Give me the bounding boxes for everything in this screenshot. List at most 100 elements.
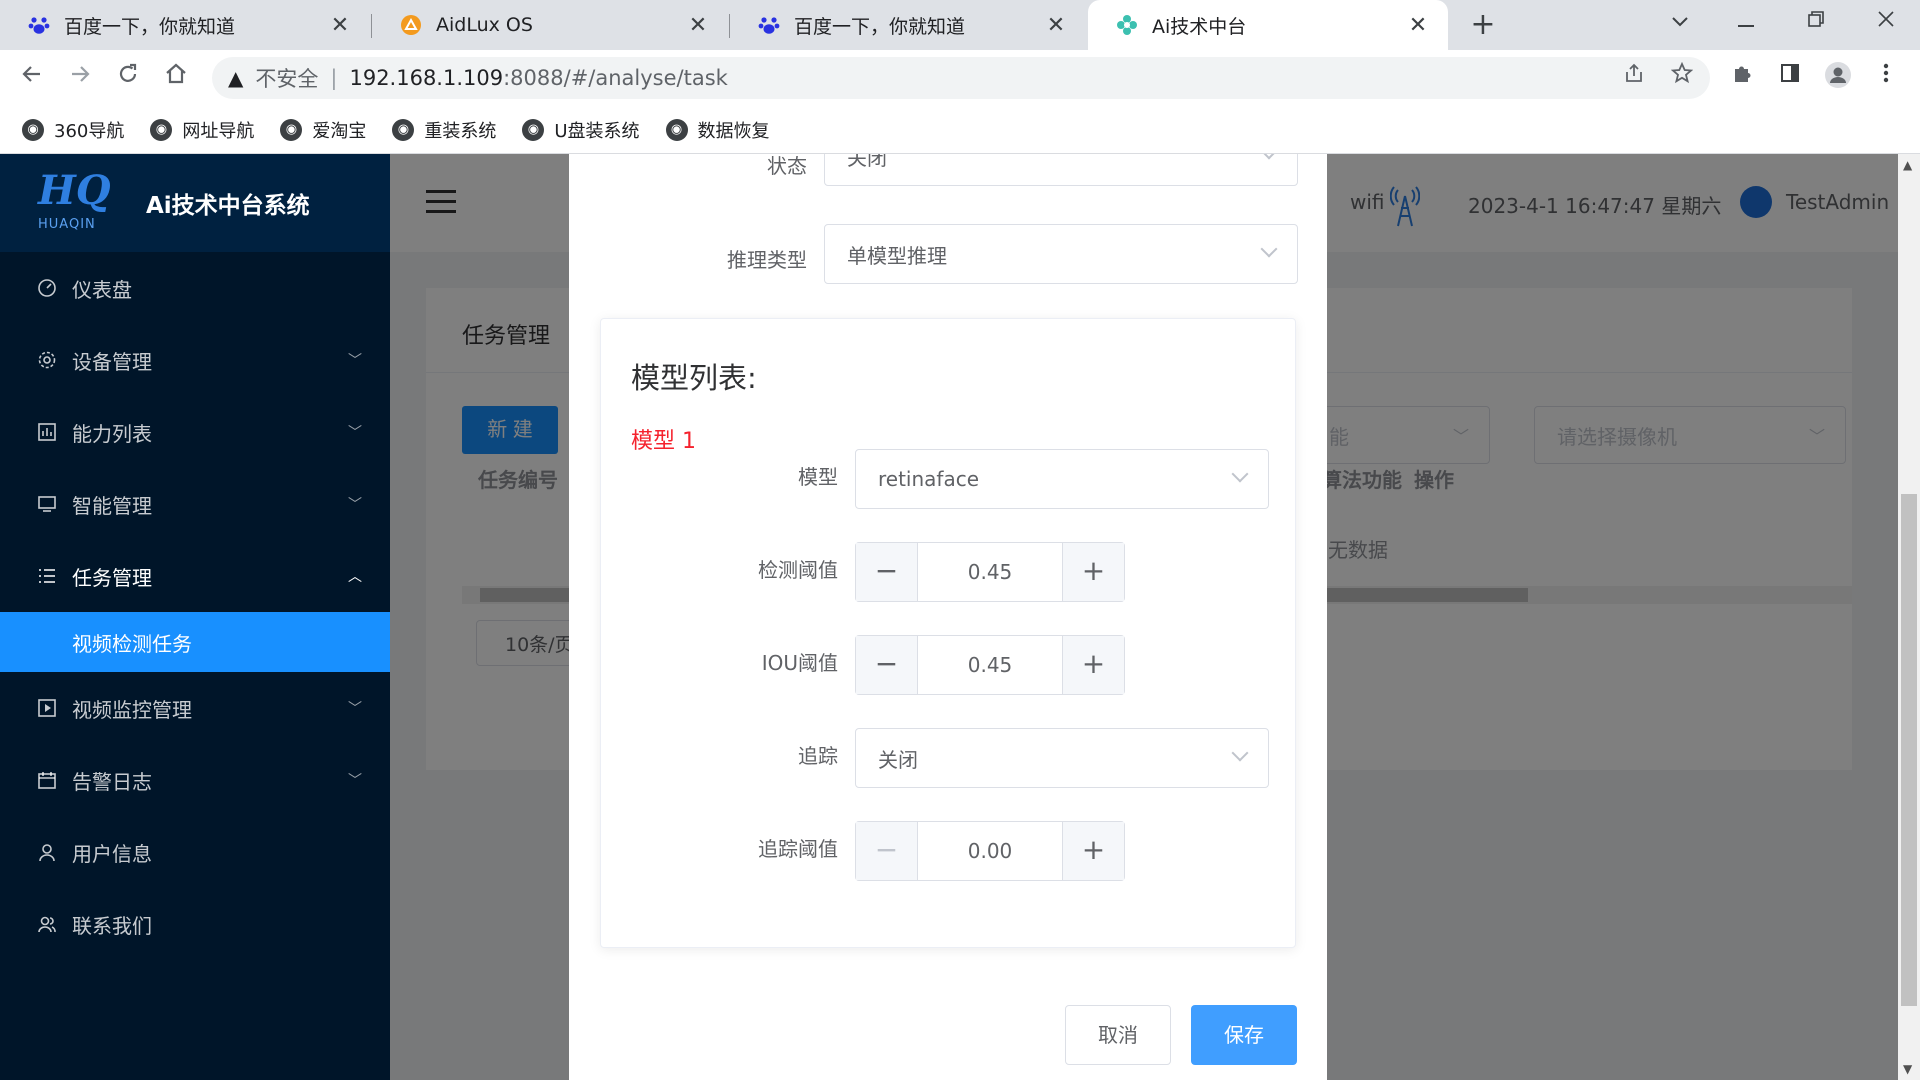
close-icon[interactable]: ✕ bbox=[686, 13, 710, 38]
sidebar-item-label: 视频检测任务 bbox=[72, 631, 192, 656]
detect-threshold-input[interactable]: 0.45 bbox=[918, 543, 1062, 601]
app-logo: HQ HUAQIN Ai技术中台系统 bbox=[0, 154, 390, 252]
bookmark-item[interactable]: ◉ 数据恢复 bbox=[665, 117, 770, 143]
page-vertical-scrollbar[interactable]: ▲ ▼ bbox=[1898, 154, 1920, 1080]
bookmark-label: 爱淘宝 bbox=[312, 120, 367, 142]
bookmark-label: 数据恢复 bbox=[697, 120, 770, 142]
bookmark-star-icon[interactable] bbox=[1666, 61, 1698, 94]
tracking-select[interactable]: 关闭 bbox=[855, 728, 1269, 788]
sidebar-item-user-info[interactable]: 用户信息 bbox=[0, 816, 390, 888]
sidebar-item-tasks[interactable]: 任务管理 ︿ bbox=[0, 540, 390, 612]
globe-icon: ◉ bbox=[392, 118, 415, 141]
infer-type-select[interactable]: 单模型推理 bbox=[824, 224, 1298, 284]
save-button[interactable]: 保存 bbox=[1191, 1005, 1297, 1065]
infer-type-value: 单模型推理 bbox=[847, 243, 947, 268]
globe-icon: ◉ bbox=[280, 118, 303, 141]
baidu-paw-icon bbox=[28, 14, 50, 36]
increment-button[interactable]: + bbox=[1062, 636, 1124, 694]
browser-tab-baidu-2[interactable]: 百度一下，你就知道 ✕ bbox=[730, 0, 1086, 50]
browser-tab-aidlux[interactable]: AidLux OS ✕ bbox=[372, 0, 728, 50]
home-icon[interactable] bbox=[160, 62, 192, 94]
browser-toolbar: ▲ 不安全 | 192.168.1.109 :8088/#/analyse/ta… bbox=[0, 50, 1920, 106]
scroll-up-arrow-icon[interactable]: ▲ bbox=[1903, 158, 1912, 172]
tracking-threshold-input[interactable]: 0.00 bbox=[918, 822, 1062, 880]
browser-menu-icon[interactable] bbox=[1870, 62, 1902, 94]
bookmark-item[interactable]: ◉ U盘装系统 bbox=[522, 117, 640, 143]
globe-icon: ◉ bbox=[522, 118, 545, 141]
sidebar-item-smart[interactable]: 智能管理 ﹀ bbox=[0, 468, 390, 540]
tracking-threshold-label: 追踪阈值 bbox=[758, 837, 838, 861]
close-icon[interactable]: ✕ bbox=[328, 13, 352, 38]
side-panel-icon[interactable] bbox=[1774, 62, 1806, 94]
bookmark-label: 360导航 bbox=[54, 120, 125, 142]
model-label: 模型 bbox=[798, 465, 838, 489]
tracking-threshold-stepper: − 0.00 + bbox=[855, 821, 1125, 881]
profile-avatar-icon[interactable] bbox=[1822, 62, 1854, 94]
bookmark-item[interactable]: ◉ 360导航 bbox=[22, 117, 124, 143]
sidebar-item-abilities[interactable]: 能力列表 ﹀ bbox=[0, 396, 390, 468]
cancel-button[interactable]: 取消 bbox=[1065, 1005, 1171, 1065]
iou-threshold-stepper: − 0.45 + bbox=[855, 635, 1125, 695]
warning-triangle-icon: ▲ bbox=[228, 66, 244, 90]
sidebar: HQ HUAQIN Ai技术中台系统 仪表盘 设备管理 ﹀ 能力列表 ﹀ 智能管… bbox=[0, 154, 390, 1080]
close-icon[interactable]: ✕ bbox=[1044, 13, 1068, 38]
increment-button[interactable]: + bbox=[1062, 543, 1124, 601]
extensions-puzzle-icon[interactable] bbox=[1726, 62, 1758, 94]
address-path: :8088/#/analyse/task bbox=[503, 66, 728, 90]
window-close-icon[interactable] bbox=[1866, 6, 1906, 36]
new-tab-button[interactable]: + bbox=[1466, 8, 1500, 42]
model-select[interactable]: retinaface bbox=[855, 449, 1269, 509]
scrollbar-thumb[interactable] bbox=[1901, 494, 1917, 1006]
chevron-down-icon bbox=[1260, 154, 1278, 160]
address-bar[interactable]: ▲ 不安全 | 192.168.1.109 :8088/#/analyse/ta… bbox=[212, 57, 1710, 99]
contact-people-icon bbox=[36, 913, 58, 935]
bookmarks-bar: ◉ 360导航 ◉ 网址导航 ◉ 爱淘宝 ◉ 重装系统 ◉ U盘装系统 ◉ 数据恢复 bbox=[0, 106, 1920, 154]
sidebar-item-contact[interactable]: 联系我们 bbox=[0, 888, 390, 960]
app-title: Ai技术中台系统 bbox=[146, 193, 310, 219]
tab-search-chevron-icon[interactable] bbox=[1660, 6, 1700, 36]
sidebar-item-label: 视频监控管理 bbox=[72, 697, 192, 722]
forward-icon[interactable] bbox=[64, 62, 96, 94]
browser-tab-baidu-1[interactable]: 百度一下，你就知道 ✕ bbox=[0, 0, 370, 50]
minimize-icon[interactable] bbox=[1726, 6, 1766, 36]
model-value: retinaface bbox=[878, 467, 980, 491]
sidebar-item-label: 告警日志 bbox=[72, 769, 152, 794]
decrement-button[interactable]: − bbox=[856, 543, 918, 601]
globe-icon: ◉ bbox=[150, 118, 173, 141]
chevron-down-icon: ﹀ bbox=[348, 773, 362, 789]
decrement-button[interactable]: − bbox=[856, 822, 918, 880]
bookmark-item[interactable]: ◉ 重装系统 bbox=[392, 117, 496, 143]
sidebar-item-video-monitor[interactable]: 视频监控管理 ﹀ bbox=[0, 672, 390, 744]
reload-icon[interactable] bbox=[112, 62, 144, 94]
iou-threshold-label: IOU阈值 bbox=[761, 651, 838, 675]
close-icon[interactable]: ✕ bbox=[1406, 13, 1430, 38]
gear-icon bbox=[36, 349, 58, 371]
browser-tab-ai-platform[interactable]: Ai技术中台 ✕ bbox=[1088, 0, 1448, 50]
iou-threshold-input[interactable]: 0.45 bbox=[918, 636, 1062, 694]
bookmark-item[interactable]: ◉ 网址导航 bbox=[150, 117, 254, 143]
tracking-value: 关闭 bbox=[878, 747, 918, 772]
decrement-button[interactable]: − bbox=[856, 636, 918, 694]
bookmark-label: 网址导航 bbox=[182, 120, 255, 142]
model-name: 模型 1 bbox=[631, 429, 696, 454]
sidebar-item-label: 设备管理 bbox=[72, 349, 152, 374]
increment-button[interactable]: + bbox=[1062, 822, 1124, 880]
sidebar-item-alarm-log[interactable]: 告警日志 ﹀ bbox=[0, 744, 390, 816]
sidebar-item-label: 联系我们 bbox=[72, 913, 152, 938]
sidebar-item-label: 能力列表 bbox=[72, 421, 152, 446]
bookmark-item[interactable]: ◉ 爱淘宝 bbox=[280, 117, 366, 143]
status-select[interactable]: 关闭 bbox=[824, 154, 1298, 186]
restore-icon[interactable] bbox=[1796, 6, 1836, 36]
back-icon[interactable] bbox=[16, 62, 48, 94]
sidebar-item-video-detection-task[interactable]: 视频检测任务 bbox=[0, 612, 390, 672]
sidebar-item-dashboard[interactable]: 仪表盘 bbox=[0, 252, 390, 324]
chevron-down-icon: ﹀ bbox=[348, 701, 362, 717]
sidebar-item-devices[interactable]: 设备管理 ﹀ bbox=[0, 324, 390, 396]
globe-icon: ◉ bbox=[22, 118, 44, 141]
browser-tab-title: 百度一下，你就知道 bbox=[794, 15, 966, 38]
share-icon[interactable] bbox=[1618, 62, 1650, 94]
insecure-label: 不安全 bbox=[255, 67, 319, 91]
status-label: 状态 bbox=[767, 154, 807, 178]
scroll-down-arrow-icon[interactable]: ▼ bbox=[1903, 1062, 1912, 1076]
app-viewport: wifi 2023-4-1 16:47:47 星期六 TestAdmin 任务管… bbox=[0, 154, 1898, 1080]
